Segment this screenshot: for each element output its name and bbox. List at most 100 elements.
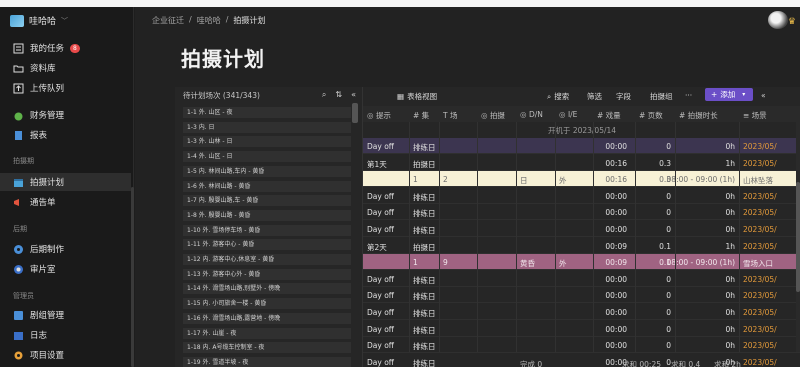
table-cell: 0h <box>725 324 735 334</box>
sidebar-item-library[interactable]: 资料库 <box>0 59 131 77</box>
table-cell: 00:00 <box>605 308 627 317</box>
table-cell: 00:00 <box>605 142 627 151</box>
column-header[interactable]: # 拍摄时长 <box>679 110 718 121</box>
collapse-icon[interactable]: « <box>351 90 356 100</box>
sidebar-item-review-room[interactable]: 审片室 <box>0 260 131 278</box>
sidebar-item-label: 剧组管理 <box>30 311 65 321</box>
table-row[interactable]: 第1天 拍摄日 00:16 0.3 1h 2023/05/ <box>363 155 800 171</box>
table-row[interactable]: Day off 排练日 00:00 0 0h 2023/05/ <box>363 138 800 154</box>
breadcrumb-current: 拍摄计划 <box>233 16 266 25</box>
table-row[interactable]: Day off 排练日 00:00 0 0h 2023/05/ <box>363 304 800 320</box>
table-cell: Day off <box>367 142 394 151</box>
table-cell: 0 <box>666 324 671 334</box>
column-header[interactable]: # 集 <box>413 110 429 121</box>
table-cell: 2023/05/ <box>743 158 777 168</box>
scene-list-item[interactable]: 1-17 外. 山崖 - 夜 <box>183 327 351 339</box>
scene-list-item[interactable]: 1-13 外. 游客中心外 - 黄昏 <box>183 268 351 280</box>
crew-icon <box>13 310 24 321</box>
scene-list-item[interactable]: 1-15 内. 小司旅舍一楼 - 黄昏 <box>183 298 351 310</box>
scene-list-item[interactable]: 1-6 外. 林间山路 - 黄昏 <box>183 180 351 192</box>
sidebar-item-label: 审片室 <box>30 265 56 275</box>
scene-list-item[interactable]: 1-12 内. 游客中心,休息室 - 黄昏 <box>183 254 351 265</box>
column-header[interactable]: # 戏量 <box>597 110 621 121</box>
table-row[interactable]: Day off 排练日 00:00 0 0h 2023/05/ <box>363 337 800 354</box>
table-footer: 完成 0 求和 00:25 求和 0.4 求和 2h <box>363 359 800 367</box>
table-cell: 0h <box>725 341 735 351</box>
sidebar-item-finance[interactable]: 财务管理 <box>0 106 131 124</box>
sidebar: 哇哈哈 ﹀ 我的任务 8 资料库 上传队列 财务管理 报表 拍摄期 拍摄计划 通… <box>0 7 134 367</box>
collapse-icon[interactable]: « <box>761 91 766 100</box>
scene-list-item[interactable]: 1-3 内. 日 <box>183 121 351 133</box>
avatar[interactable] <box>768 11 788 29</box>
column-header[interactable]: ≡ 场景 <box>743 110 767 121</box>
sidebar-item-label: 日志 <box>30 331 48 341</box>
column-header[interactable]: ◎ I/E <box>559 110 577 119</box>
scene-list-item[interactable]: 1-11 外. 游客中心 - 黄昏 <box>183 239 351 251</box>
sidebar-item-reports[interactable]: 报表 <box>0 126 131 144</box>
table-view-button[interactable]: ▦ 表格视图 <box>397 91 437 102</box>
column-divider <box>439 122 440 352</box>
table-row[interactable]: 1 9 黄昏外 00:09 0.1 08:00 - 09:00 (1h) 雪场入口 <box>363 254 800 271</box>
fields-button[interactable]: 字段 <box>616 91 631 102</box>
sidebar-item-crew-management[interactable]: 剧组管理 <box>0 306 131 324</box>
table-cell: Day off <box>367 324 394 334</box>
scene-list-item[interactable]: 1-3 外. 山林 - 日 <box>183 136 351 148</box>
scene-list-item[interactable]: 1-10 外. 雪场停车场 - 黄昏 <box>183 224 351 236</box>
column-header[interactable]: # 页数 <box>639 110 663 121</box>
table-row[interactable]: Day off 排练日 00:00 0 0h 2023/05/ <box>363 221 800 237</box>
scene-list-item[interactable]: 1-19 外. 雪道半坡 - 夜 <box>183 356 351 367</box>
table-row[interactable]: Day off 排练日 00:00 0 0h 2023/05/ <box>363 188 800 204</box>
table-row[interactable]: Day off 排练日 00:00 0 0h 2023/05/ <box>363 204 800 221</box>
table-row[interactable]: 第2天 拍摄日 00:09 0.1 1h 2023/05/ <box>363 238 800 254</box>
shoot-group-button[interactable]: 拍摄组 <box>650 91 673 102</box>
sidebar-item-upload-queue[interactable]: 上传队列 <box>0 79 131 97</box>
workspace-logo-icon <box>10 14 24 27</box>
scene-list-item[interactable]: 1-5 内. 林间山路,车内 - 黄昏 <box>183 165 351 177</box>
sidebar-item-my-tasks[interactable]: 我的任务 8 <box>0 39 131 57</box>
table-scrollbar[interactable] <box>796 122 800 352</box>
table-row[interactable]: 1 2 日外 00:16 0.3 08:00 - 09:00 (1h) 山林坠落 <box>363 171 800 188</box>
table-cell: 2 <box>443 175 448 185</box>
scene-list-item[interactable]: 1-14 外. 滑雪场山路,别墅外 - 傍晚 <box>183 283 351 295</box>
workspace-switcher[interactable]: 哇哈哈 ﹀ <box>10 14 68 27</box>
column-header[interactable]: T 场 <box>443 110 457 121</box>
sort-icon[interactable]: ⇅ <box>335 90 342 100</box>
search-icon[interactable]: ⌕ <box>322 90 326 100</box>
more-button[interactable]: ··· <box>685 91 692 100</box>
sidebar-item-label: 报表 <box>30 131 48 141</box>
table-cell: 拍摄日 <box>413 242 436 252</box>
scene-list-item[interactable]: 1-18 内. A号缆车控制室 - 夜 <box>183 342 351 354</box>
scene-list-item[interactable]: 1-1 外. 山区 - 夜 <box>183 107 351 118</box>
scene-list-scrollbar[interactable] <box>352 103 358 123</box>
table-cell: 第2天 <box>367 242 387 252</box>
table-row[interactable]: Day off 排练日 00:00 0 0h 2023/05/ <box>363 287 800 304</box>
column-header[interactable]: ◎ 拍摄 <box>481 110 505 121</box>
scene-list-item[interactable]: 1-4 外. 山区 - 日 <box>183 151 351 163</box>
sidebar-scrollbar[interactable] <box>131 187 134 367</box>
table-toolbar: ▦ 表格视图 ⌕ 搜索 筛选 字段 拍摄组 ··· + 添加 ▾ « <box>363 87 800 103</box>
scene-list-item[interactable]: 1-7 内. 殷婴山路,车 - 黄昏 <box>183 195 351 207</box>
sidebar-item-post-production[interactable]: 后期制作 <box>0 240 131 258</box>
log-icon <box>13 330 24 341</box>
folder-icon <box>13 63 24 74</box>
filter-button[interactable]: 筛选 <box>587 91 602 102</box>
add-button[interactable]: + 添加 ▾ <box>705 88 753 101</box>
column-header[interactable]: ◎ 提示 <box>367 110 391 121</box>
sidebar-item-log[interactable]: 日志 <box>0 326 131 344</box>
breadcrumb-item[interactable]: 企业征迁 <box>152 15 184 26</box>
table-cell: 0h <box>725 191 735 201</box>
table-cell: 0h <box>725 208 735 218</box>
sidebar-item-call-sheet[interactable]: 通告单 <box>0 193 131 211</box>
column-header[interactable]: ◎ D/N <box>520 110 543 119</box>
sidebar-item-label: 项目设置 <box>30 351 65 361</box>
sidebar-item-project-settings[interactable]: 项目设置 <box>0 346 131 364</box>
chevron-down-icon: ▾ <box>742 91 746 98</box>
sidebar-item-shooting-plan[interactable]: 拍摄计划 <box>0 173 131 191</box>
scene-list-item[interactable]: 1-8 外. 殷婴山路 - 黄昏 <box>183 209 351 221</box>
table-row[interactable]: Day off 排练日 00:00 0 0h 2023/05/ <box>363 271 800 287</box>
breadcrumb-item[interactable]: 哇哈哈 <box>197 15 221 26</box>
film-icon <box>13 244 24 255</box>
scene-list-item[interactable]: 1-16 外. 滑雪场山路,露营地 - 傍晚 <box>183 312 351 324</box>
search-button[interactable]: ⌕ 搜索 <box>547 91 569 102</box>
table-row[interactable]: Day off 排练日 00:00 0 0h 2023/05/ <box>363 321 800 337</box>
